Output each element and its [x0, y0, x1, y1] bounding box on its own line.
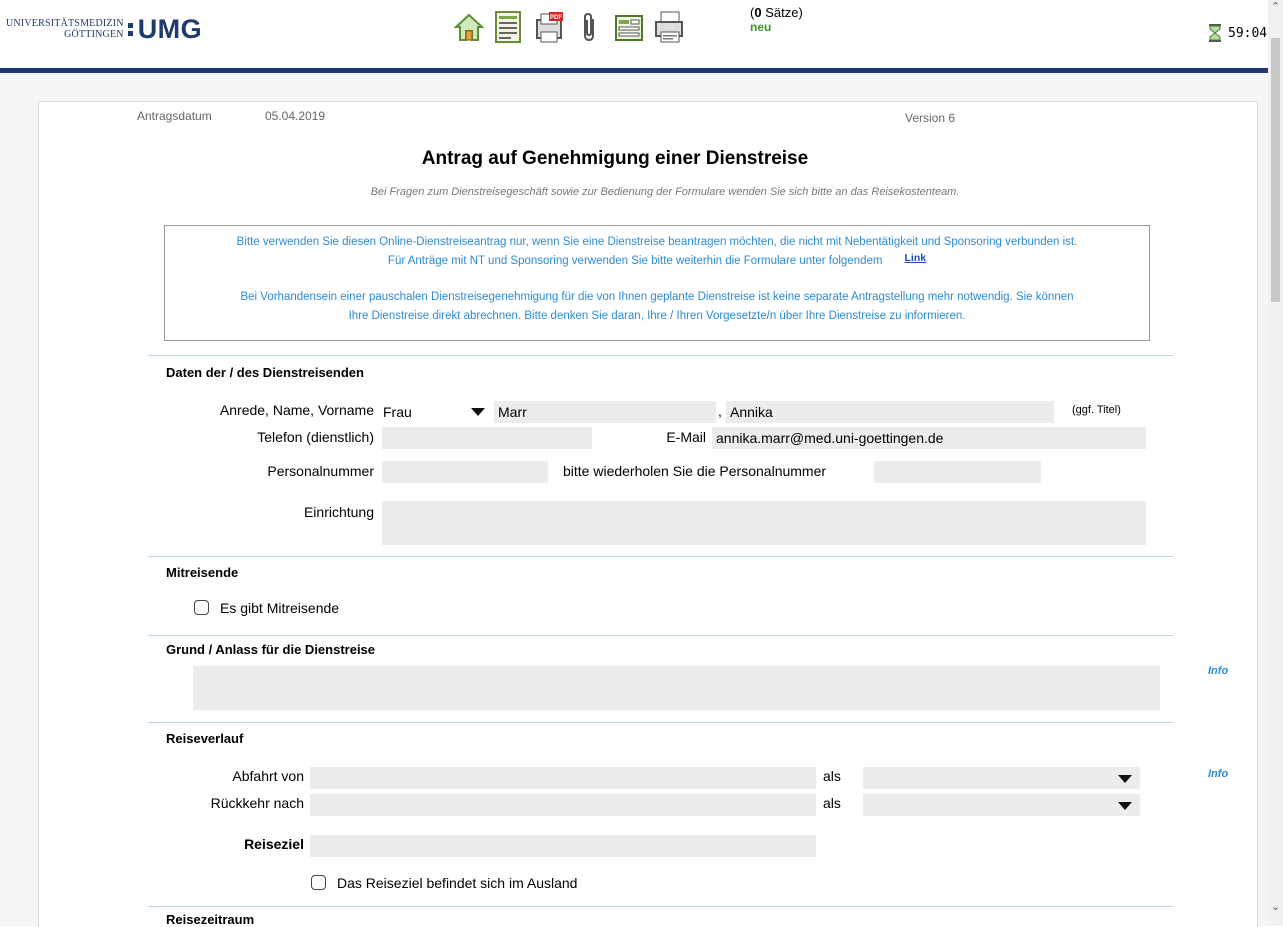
notice-line-2-text: Für Anträge mit NT und Sponsoring verwen… [387, 255, 883, 267]
forms-link[interactable]: Link [904, 252, 926, 264]
logo-wordmark: UNIVERSITÄTSMEDIZIN GÖTTINGEN [6, 18, 124, 40]
departure-label: Abfahrt von [232, 768, 304, 784]
scrollbar-thumb[interactable] [1271, 38, 1280, 302]
firstname-field[interactable]: Annika [726, 401, 1054, 423]
salutation-value: Frau [383, 404, 412, 420]
companions-checkbox[interactable] [194, 600, 209, 615]
institution-field[interactable] [382, 501, 1146, 545]
section-divider [148, 635, 1173, 636]
section-heading-reason: Grund / Anlass für die Dienstreise [166, 642, 376, 657]
return-type-dropdown-icon[interactable] [1118, 802, 1132, 810]
section-heading-period: Reisezeitraum [166, 912, 255, 927]
personnel-number-label: Personalnummer [267, 463, 374, 479]
section-divider [148, 906, 1173, 907]
hourglass-icon [1209, 24, 1221, 42]
name-label: Anrede, Name, Vorname [219, 402, 374, 418]
return-type-select[interactable] [863, 794, 1140, 816]
section-divider [148, 556, 1173, 557]
app-header: UNIVERSITÄTSMEDIZIN GÖTTINGEN UMG PDF (0… [0, 0, 1268, 68]
list-icon[interactable] [492, 8, 526, 46]
surname-value: Marr [498, 404, 527, 420]
phone-field[interactable] [382, 427, 592, 449]
session-timer: 59:04 [1208, 24, 1267, 42]
email-label: E-Mail [666, 429, 706, 445]
email-value: annika.marr@med.uni-goettingen.de [716, 430, 944, 446]
section-divider [148, 722, 1173, 723]
print-icon[interactable] [652, 8, 686, 46]
notice-line-4: Ihre Dienstreise direkt abrechnen. Bitte… [348, 310, 966, 322]
timer-value: 59:04 [1228, 25, 1268, 41]
departure-as-label: als [823, 768, 841, 784]
logo-text-line2: GÖTTINGEN [64, 29, 124, 40]
page-title: Antrag auf Genehmigung einer Dienstreise [421, 148, 809, 169]
route-info-link[interactable]: Info [1208, 768, 1228, 780]
abroad-checkbox[interactable] [311, 875, 326, 890]
notice-line-1: Bitte verwenden Sie diesen Online-Dienst… [236, 236, 1078, 248]
departure-type-dropdown-icon[interactable] [1118, 775, 1132, 783]
form-icon[interactable] [612, 8, 646, 46]
destination-field[interactable] [310, 835, 816, 857]
svg-text:PDF: PDF [550, 15, 562, 21]
phone-label: Telefon (dienstlich) [257, 429, 374, 445]
notice-box: Bitte verwenden Sie diesen Online-Dienst… [164, 225, 1150, 341]
date-label: Antragsdatum [137, 109, 212, 123]
scrollbar[interactable]: ⌃ ⌄ [1268, 0, 1283, 926]
title-hint: (ggf. Titel) [1072, 404, 1121, 416]
section-heading-traveler: Daten der / des Dienstreisenden [166, 365, 364, 380]
logo-text-line1: UNIVERSITÄTSMEDIZIN [6, 18, 124, 29]
salutation-dropdown-icon[interactable] [471, 408, 485, 416]
departure-type-select[interactable] [863, 767, 1140, 789]
section-heading-route: Reiseverlauf [166, 731, 244, 746]
personnel-number-field[interactable] [382, 461, 548, 483]
companions-checkbox-label: Es gibt Mitreisende [220, 600, 340, 616]
reason-field[interactable] [193, 666, 1160, 710]
scroll-up-icon[interactable]: ⌃ [1268, 0, 1283, 13]
destination-label: Reiseziel [244, 836, 304, 852]
section-heading-companions: Mitreisende [166, 565, 239, 580]
abroad-checkbox-label: Das Reiseziel befindet sich im Ausland [337, 875, 578, 891]
return-label: Rückkehr nach [210, 795, 304, 811]
record-counter: (0 Sätze) neu [750, 5, 803, 35]
records-status: neu [750, 20, 772, 34]
pdf-icon[interactable]: PDF [532, 8, 566, 46]
firstname-value: Annika [730, 404, 773, 420]
repeat-personnel-field[interactable] [874, 461, 1041, 483]
scroll-down-icon[interactable]: ⌄ [1268, 900, 1283, 913]
toolbar: PDF [452, 8, 686, 46]
logo-dots-icon [127, 20, 134, 39]
paperclip-icon[interactable] [572, 8, 606, 46]
records-count: 0 [754, 5, 762, 20]
return-field[interactable] [310, 794, 816, 816]
email-field[interactable]: annika.marr@med.uni-goettingen.de [712, 427, 1146, 449]
section-divider [148, 355, 1173, 356]
logo-text-umg: UMG [137, 13, 203, 44]
notice-line-2: Für Anträge mit NT und Sponsoring verwen… [165, 252, 1149, 271]
repeat-personnel-label: bitte wiederholen Sie die Personalnummer [563, 463, 827, 479]
umg-logo[interactable]: UNIVERSITÄTSMEDIZIN GÖTTINGEN UMG [6, 12, 202, 46]
reason-info-link[interactable]: Info [1208, 665, 1228, 677]
header-divider [0, 68, 1268, 73]
page-subtitle: Bei Fragen zum Dienstreisegeschäft sowie… [370, 186, 960, 198]
name-comma: , [718, 403, 722, 419]
home-icon[interactable] [452, 8, 486, 46]
records-label: Sätze) [765, 5, 803, 20]
departure-field[interactable] [310, 767, 816, 789]
date-value: 05.04.2019 [265, 109, 326, 123]
institution-label: Einrichtung [303, 504, 374, 520]
notice-line-3: Bei Vorhandensein einer pauschalen Diens… [240, 291, 1074, 303]
version-label: Version 6 [905, 111, 956, 125]
surname-field[interactable]: Marr [494, 401, 716, 423]
return-as-label: als [823, 795, 841, 811]
